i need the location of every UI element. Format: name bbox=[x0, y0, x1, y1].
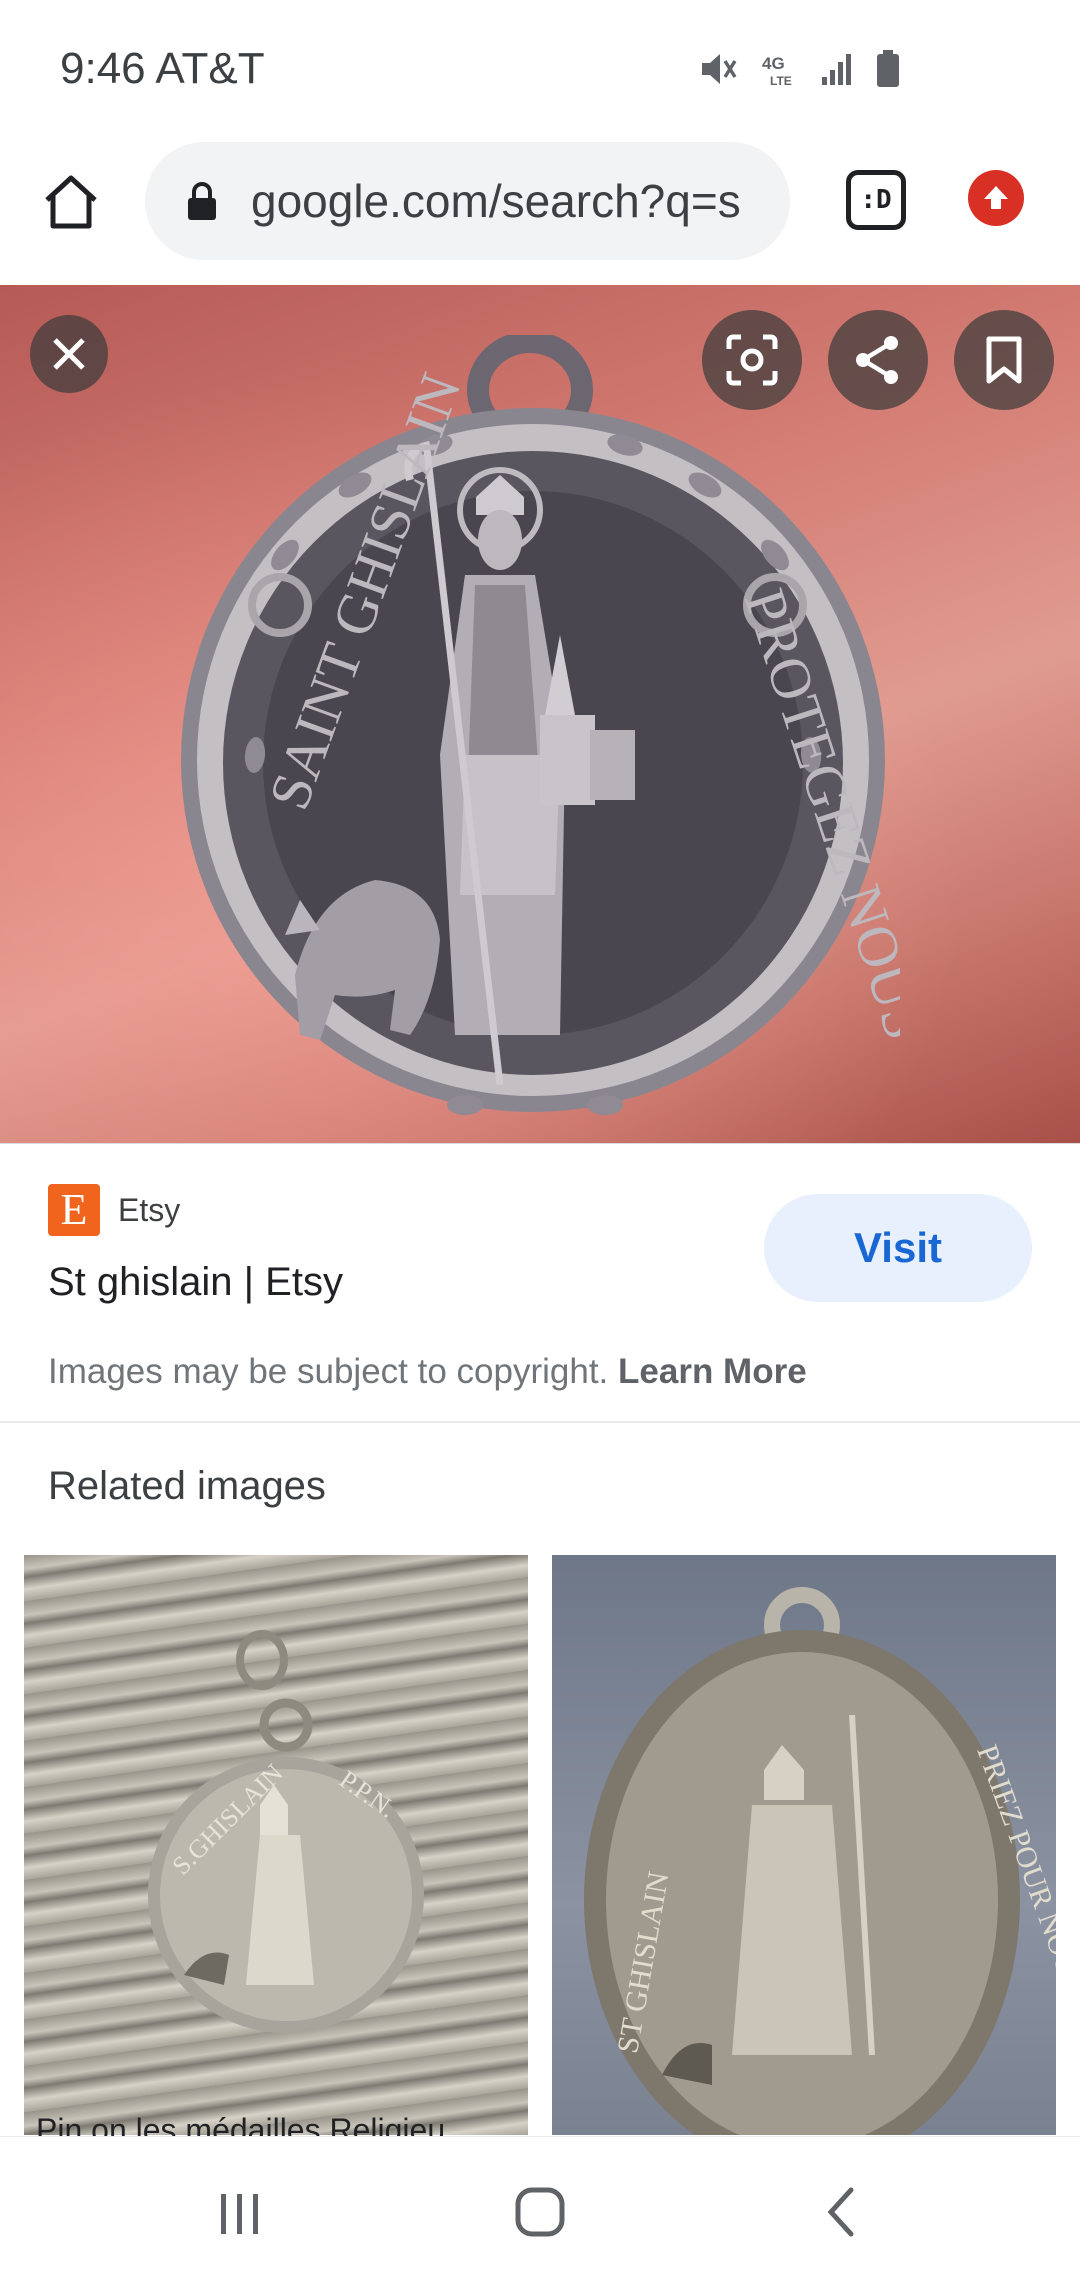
back-icon bbox=[827, 2187, 854, 2237]
browser-toolbar: google.com/search?q=s :D bbox=[0, 140, 1080, 285]
home-nav-button[interactable] bbox=[505, 2177, 575, 2247]
source-name[interactable]: Etsy bbox=[118, 1192, 180, 1229]
copyright-text: Images may be subject to copyright. bbox=[48, 1352, 609, 1391]
visit-label: Visit bbox=[854, 1224, 942, 1271]
lock-icon bbox=[188, 182, 216, 220]
back-button[interactable] bbox=[806, 2177, 876, 2247]
source-panel: E Etsy St ghislain | Etsy Visit Images m… bbox=[0, 1143, 1080, 1423]
update-button[interactable] bbox=[968, 170, 1024, 226]
visit-button[interactable]: Visit bbox=[764, 1194, 1032, 1302]
mute-icon bbox=[702, 54, 737, 84]
recent-apps-button[interactable] bbox=[204, 2177, 274, 2247]
share-icon bbox=[856, 336, 898, 384]
medal-thumbnail-2: ST GHISLAIN PRIEZ POUR NOUS bbox=[584, 1587, 1056, 2135]
battery-icon bbox=[877, 50, 899, 87]
svg-text:4G: 4G bbox=[762, 54, 785, 73]
system-nav-bar bbox=[0, 2136, 1080, 2280]
related-heading: Related images bbox=[48, 1464, 326, 1508]
status-bar: 9:46 AT&T 4G LTE bbox=[0, 0, 1080, 140]
medal-thumbnail-1: S.GHISLAIN P.P.N. bbox=[148, 1630, 424, 2033]
home-nav-icon bbox=[515, 2187, 565, 2237]
medal-image: SAINT GHISLAIN PROTEGEZ NOUS bbox=[181, 335, 900, 1115]
tab-switcher-button[interactable]: :D bbox=[846, 170, 906, 230]
divider bbox=[0, 1421, 1080, 1423]
update-arrow-icon bbox=[984, 186, 1008, 209]
signal-icon bbox=[822, 54, 851, 85]
close-icon bbox=[53, 338, 85, 370]
bookmark-button[interactable] bbox=[954, 310, 1054, 410]
home-icon bbox=[45, 175, 97, 229]
bookmark-icon bbox=[986, 336, 1022, 384]
copyright-notice: Images may be subject to copyright. Lear… bbox=[48, 1352, 807, 1392]
related-image-1[interactable]: S.GHISLAIN P.P.N. bbox=[24, 1555, 528, 2135]
status-icons: 4G LTE bbox=[700, 50, 900, 88]
main-image[interactable]: SAINT GHISLAIN PROTEGEZ NOUS bbox=[0, 285, 1080, 1143]
etsy-favicon: E bbox=[48, 1184, 100, 1236]
learn-more-link[interactable]: Learn More bbox=[618, 1352, 807, 1391]
url-bar[interactable]: google.com/search?q=s bbox=[145, 142, 790, 260]
status-time: 9:46 AT&T bbox=[60, 44, 265, 93]
url-text[interactable]: google.com/search?q=s bbox=[251, 174, 771, 228]
close-button[interactable] bbox=[30, 315, 108, 393]
tab-switcher-label: :D bbox=[860, 185, 892, 215]
lens-icon bbox=[726, 334, 778, 386]
share-button[interactable] bbox=[828, 310, 928, 410]
home-button[interactable] bbox=[38, 168, 104, 234]
related-image-2[interactable]: ST GHISLAIN PRIEZ POUR NOUS bbox=[552, 1555, 1056, 2135]
svg-text:LTE: LTE bbox=[770, 74, 792, 87]
lens-button[interactable] bbox=[702, 310, 802, 410]
4g-lte-icon: 4G LTE bbox=[762, 54, 792, 87]
recent-apps-icon bbox=[221, 2194, 258, 2234]
result-title[interactable]: St ghislain | Etsy bbox=[48, 1260, 343, 1305]
